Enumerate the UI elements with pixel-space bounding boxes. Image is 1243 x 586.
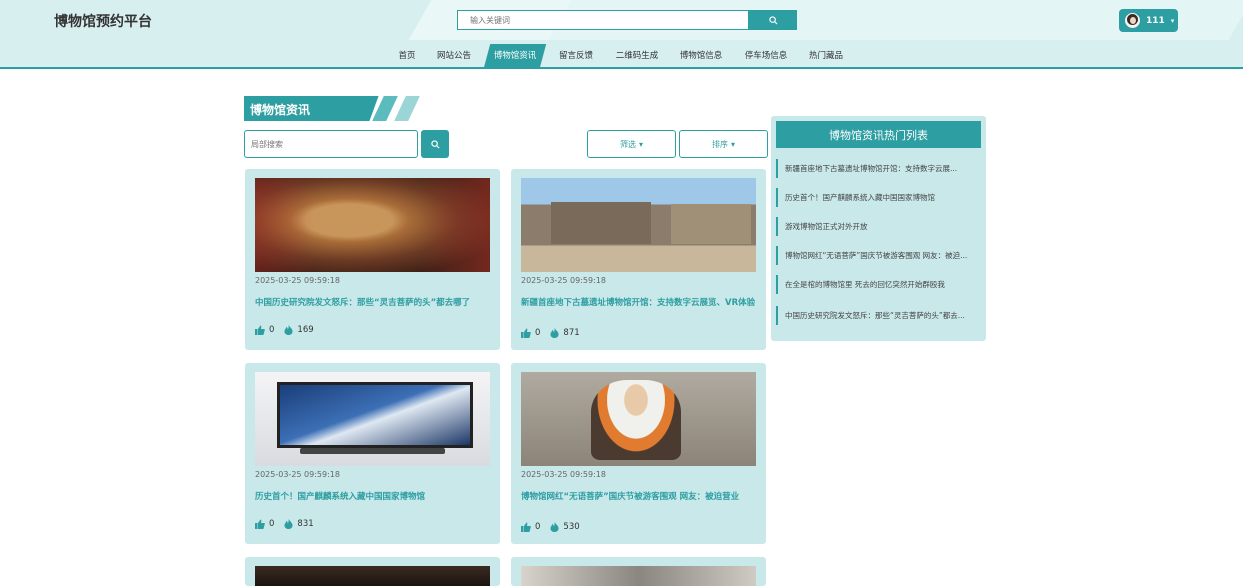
chevron-down-icon: ▾ xyxy=(1170,16,1175,25)
news-card-image[interactable] xyxy=(255,566,490,586)
flame-icon xyxy=(284,519,293,529)
flame-icon xyxy=(550,522,559,532)
hot-list-item[interactable]: 博物馆网红“无语菩萨”国庆节被游客围观 网友：被迫... xyxy=(776,246,981,265)
nav-item-qrcode[interactable]: 二维码生成 xyxy=(613,44,661,67)
hot-list-title: 博物馆资讯热门列表 xyxy=(776,121,981,148)
thumbs-up-icon[interactable] xyxy=(255,325,265,335)
view-count: 169 xyxy=(297,325,314,335)
news-card-date: 2025-03-25 09:59:18 xyxy=(255,470,340,479)
news-card-date: 2025-03-25 09:59:18 xyxy=(255,276,340,285)
like-count: 0 xyxy=(535,328,541,338)
local-search-button[interactable] xyxy=(421,130,449,158)
view-count: 530 xyxy=(563,522,580,532)
user-menu-button[interactable]: 111 ▾ xyxy=(1119,9,1178,32)
hot-list-item[interactable]: 历史首个！国产麒麟系统入藏中国国家博物馆 xyxy=(776,188,981,207)
news-card[interactable] xyxy=(511,557,766,586)
nav-item-feedback[interactable]: 留言反馈 xyxy=(557,44,595,67)
news-card-image[interactable] xyxy=(521,372,756,466)
hot-list-item[interactable]: 新疆首座地下古墓遗址博物馆开馆：支持数字云展... xyxy=(776,159,981,178)
nav-item-announcements[interactable]: 网站公告 xyxy=(436,44,472,67)
site-brand[interactable]: 博物馆预约平台 xyxy=(54,11,152,31)
news-card-image[interactable] xyxy=(255,372,490,466)
news-card[interactable]: 2025-03-25 09:59:18 新疆首座地下古墓遗址博物馆开馆：支持数字… xyxy=(511,169,766,350)
flame-icon xyxy=(284,325,293,335)
filter-dropdown[interactable]: 筛选 ▾ xyxy=(587,130,676,158)
thumbs-up-icon[interactable] xyxy=(521,522,531,532)
search-icon xyxy=(768,15,778,25)
chevron-down-icon: ▾ xyxy=(638,139,643,149)
hot-list-panel: 博物馆资讯热门列表 新疆首座地下古墓遗址博物馆开馆：支持数字云展... 历史首个… xyxy=(771,116,986,341)
news-card[interactable]: 2025-03-25 09:59:18 中国历史研究院发文怒斥：那些“灵吉菩萨的… xyxy=(245,169,500,350)
news-card-title[interactable]: 中国历史研究院发文怒斥：那些“灵吉菩萨的头”都去哪了 xyxy=(255,296,495,310)
hot-list-item[interactable]: 在全是棺的博物馆里 死去的回忆突然开始群殴我 xyxy=(776,275,981,294)
news-card-title[interactable]: 历史首个！国产麒麟系统入藏中国国家博物馆 xyxy=(255,490,495,504)
news-card-image[interactable] xyxy=(521,178,756,272)
hot-list-item[interactable]: 游戏博物馆正式对外开放 xyxy=(776,217,981,236)
news-card-title[interactable]: 新疆首座地下古墓遗址博物馆开馆：支持数字云展览、VR体验 xyxy=(521,296,761,310)
news-card[interactable]: 2025-03-25 09:59:18 博物馆网红“无语菩萨”国庆节被游客围观 … xyxy=(511,363,766,544)
search-icon xyxy=(430,139,440,149)
view-count: 871 xyxy=(563,328,580,338)
news-card-stats: 0 831 xyxy=(255,519,314,529)
like-count: 0 xyxy=(269,519,275,529)
chevron-down-icon: ▾ xyxy=(730,139,735,149)
sort-label: 排序 xyxy=(711,139,728,149)
nav-item-museum-info[interactable]: 博物馆信息 xyxy=(677,44,725,67)
news-card-image[interactable] xyxy=(521,566,756,586)
hot-list-item[interactable]: 中国历史研究院发文怒斥：那些“灵吉菩萨的头”都去... xyxy=(776,306,981,325)
view-count: 831 xyxy=(297,519,314,529)
section-title-text: 博物馆资讯 xyxy=(250,103,311,117)
news-card[interactable] xyxy=(245,557,500,586)
news-card-stats: 0 169 xyxy=(255,325,314,335)
main-nav: 首页 网站公告 博物馆资讯 留言反馈 二维码生成 博物馆信息 停车场信息 热门藏… xyxy=(0,44,1243,67)
news-card-stats: 0 871 xyxy=(521,328,580,338)
news-card-image[interactable] xyxy=(255,178,490,272)
nav-item-home[interactable]: 首页 xyxy=(395,44,419,67)
news-card-title[interactable]: 博物馆网红“无语菩萨”国庆节被游客围观 网友：被迫营业 xyxy=(521,490,761,504)
thumbs-up-icon[interactable] xyxy=(521,328,531,338)
flame-icon xyxy=(550,328,559,338)
filter-label: 筛选 xyxy=(619,139,636,149)
sort-dropdown[interactable]: 排序 ▾ xyxy=(679,130,768,158)
news-card-stats: 0 530 xyxy=(521,522,580,532)
nav-item-museum-news[interactable]: 博物馆资讯 xyxy=(490,44,540,67)
local-search-input[interactable] xyxy=(244,130,418,158)
section-title-decoration xyxy=(394,96,420,121)
user-name: 111 xyxy=(1146,15,1165,26)
like-count: 0 xyxy=(269,325,275,335)
nav-item-hot-collections[interactable]: 热门藏品 xyxy=(807,44,845,67)
thumbs-up-icon[interactable] xyxy=(255,519,265,529)
news-card[interactable]: 2025-03-25 09:59:18 历史首个！国产麒麟系统入藏中国国家博物馆… xyxy=(245,363,500,544)
news-card-date: 2025-03-25 09:59:18 xyxy=(521,276,606,285)
nav-item-parking-info[interactable]: 停车场信息 xyxy=(742,44,790,67)
global-search-input[interactable] xyxy=(457,10,749,30)
top-header: 博物馆预约平台 111 ▾ 首页 网站公告 博物馆资讯 留言反馈 二维码生成 博… xyxy=(0,0,1243,69)
global-search xyxy=(457,10,797,30)
avatar xyxy=(1125,13,1140,28)
like-count: 0 xyxy=(535,522,541,532)
news-card-date: 2025-03-25 09:59:18 xyxy=(521,470,606,479)
global-search-button[interactable] xyxy=(749,10,797,30)
